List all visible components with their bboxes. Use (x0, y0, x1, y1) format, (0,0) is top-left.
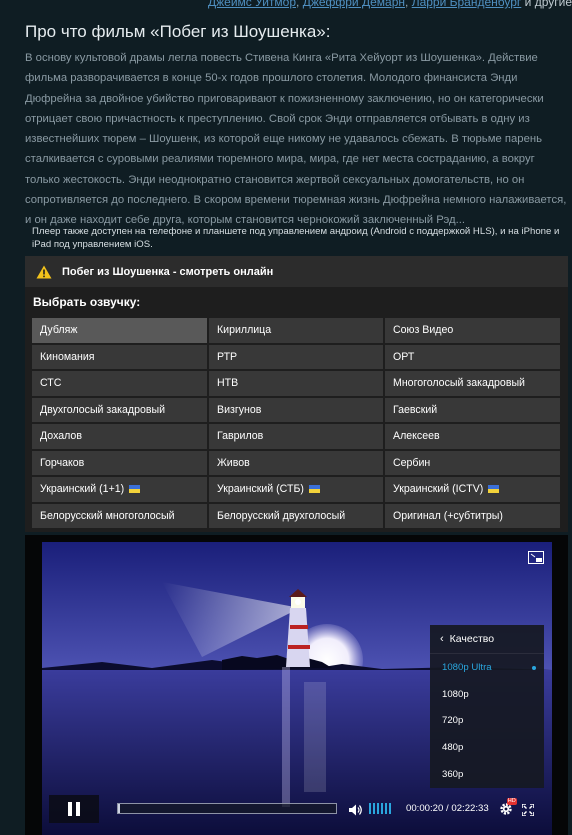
picture-in-picture-icon[interactable] (528, 551, 544, 564)
volume-slider[interactable] (369, 803, 393, 814)
voice-option[interactable]: Визгунов (209, 397, 383, 422)
video-player: ‹ Качество 1080p Ultra 1080p 720p 480p 3… (25, 535, 568, 835)
pause-icon (68, 801, 72, 816)
quality-option[interactable]: 1080p Ultra (430, 654, 544, 681)
time-display: 00:00:20 / 02:22:33 (406, 803, 489, 814)
volume-level-bar (369, 803, 371, 814)
voice-option[interactable]: Кириллица (209, 318, 383, 343)
quality-menu-title: Качество (449, 633, 495, 645)
voice-option[interactable]: Гаврилов (209, 424, 383, 449)
progress-fill (118, 804, 120, 813)
chevron-left-icon: ‹ (440, 633, 444, 645)
quality-option[interactable]: 1080p (430, 681, 544, 708)
voice-grid: Дубляж Кириллица Союз Видео Киномания РТР ОРТ… (32, 318, 560, 528)
voice-option[interactable]: Оригинал (+субтитры) (385, 503, 560, 528)
voice-option[interactable]: Белорусский многоголосый (32, 503, 207, 528)
player-header: Побег из Шоушенка - смотреть онлайн (25, 256, 568, 287)
voice-option[interactable]: Горчаков (32, 450, 207, 475)
voice-option[interactable]: Сербин (385, 450, 560, 475)
warning-icon (36, 265, 52, 279)
progress-bar[interactable] (117, 803, 337, 814)
volume-level-bar (389, 803, 391, 814)
voice-option[interactable]: Дубляж (32, 318, 207, 343)
cast-link[interactable]: Джеффри Демарн (303, 0, 405, 9)
voice-option[interactable]: Многоголосый закадровый (385, 371, 560, 396)
volume-level-bar (373, 803, 375, 814)
volume-icon[interactable] (349, 803, 363, 815)
voice-option[interactable]: Украинский (ICTV) (385, 477, 560, 502)
fullscreen-icon[interactable] (520, 802, 535, 817)
ukraine-flag-icon (129, 485, 141, 494)
cast-and-more: и другие (524, 0, 572, 9)
video-area[interactable]: ‹ Качество 1080p Ultra 1080p 720p 480p 3… (42, 542, 552, 835)
voice-option[interactable]: Белорусский двухголосый (209, 503, 383, 528)
voice-option[interactable]: ОРТ (385, 344, 560, 369)
voice-option[interactable]: Дохалов (32, 424, 207, 449)
hd-badge: HD (506, 797, 517, 805)
voice-option[interactable]: Живов (209, 450, 383, 475)
player-availability-note: Плеер также доступен на телефоне и планш… (32, 226, 560, 250)
voice-option[interactable]: Гаевский (385, 397, 560, 422)
volume-level-bar (377, 803, 379, 814)
volume-level-bar (381, 803, 383, 814)
voice-option[interactable]: СТС (32, 371, 207, 396)
movie-description: В основу культовой драмы легла повесть С… (25, 52, 567, 227)
pause-button[interactable] (49, 794, 99, 823)
settings-gear-icon[interactable]: HD (499, 797, 517, 816)
voice-option[interactable]: Союз Видео (385, 318, 560, 343)
quality-option[interactable]: 360p (430, 761, 544, 788)
voice-option[interactable]: НТВ (209, 371, 383, 396)
voice-option[interactable]: Киномания (32, 344, 207, 369)
cast-line: Джеймс Уитмор, Джеффри Демарн, Ларри Бра… (0, 0, 572, 9)
quality-option[interactable]: 480p (430, 734, 544, 761)
about-title: Про что фильм «Побег из Шоушенка»: (25, 22, 331, 41)
player-panel: Побег из Шоушенка - смотреть онлайн Выбр… (25, 256, 568, 532)
quality-back-button[interactable]: ‹ Качество (430, 625, 544, 654)
volume-level-bar (385, 803, 387, 814)
player-title: Побег из Шоушенка - смотреть онлайн (62, 265, 274, 278)
cast-link[interactable]: Ларри Бранденбург (412, 0, 522, 9)
quality-menu: ‹ Качество 1080p Ultra 1080p 720p 480p 3… (430, 625, 544, 788)
quality-option[interactable]: 720p (430, 707, 544, 734)
voice-option[interactable]: Украинский (СТБ) (209, 477, 383, 502)
voice-option[interactable]: Алексеев (385, 424, 560, 449)
ukraine-flag-icon (308, 485, 320, 494)
voice-heading: Выбрать озвучку: (33, 295, 141, 309)
player-controls: 00:00:20 / 02:22:33 HD (42, 792, 552, 825)
voice-option[interactable]: Двухголосый закадровый (32, 397, 207, 422)
ukraine-flag-icon (488, 485, 500, 494)
selected-dot-icon (532, 666, 536, 670)
voice-option[interactable]: РТР (209, 344, 383, 369)
voice-option[interactable]: Украинский (1+1) (32, 477, 207, 502)
cast-link[interactable]: Джеймс Уитмор (208, 0, 296, 9)
